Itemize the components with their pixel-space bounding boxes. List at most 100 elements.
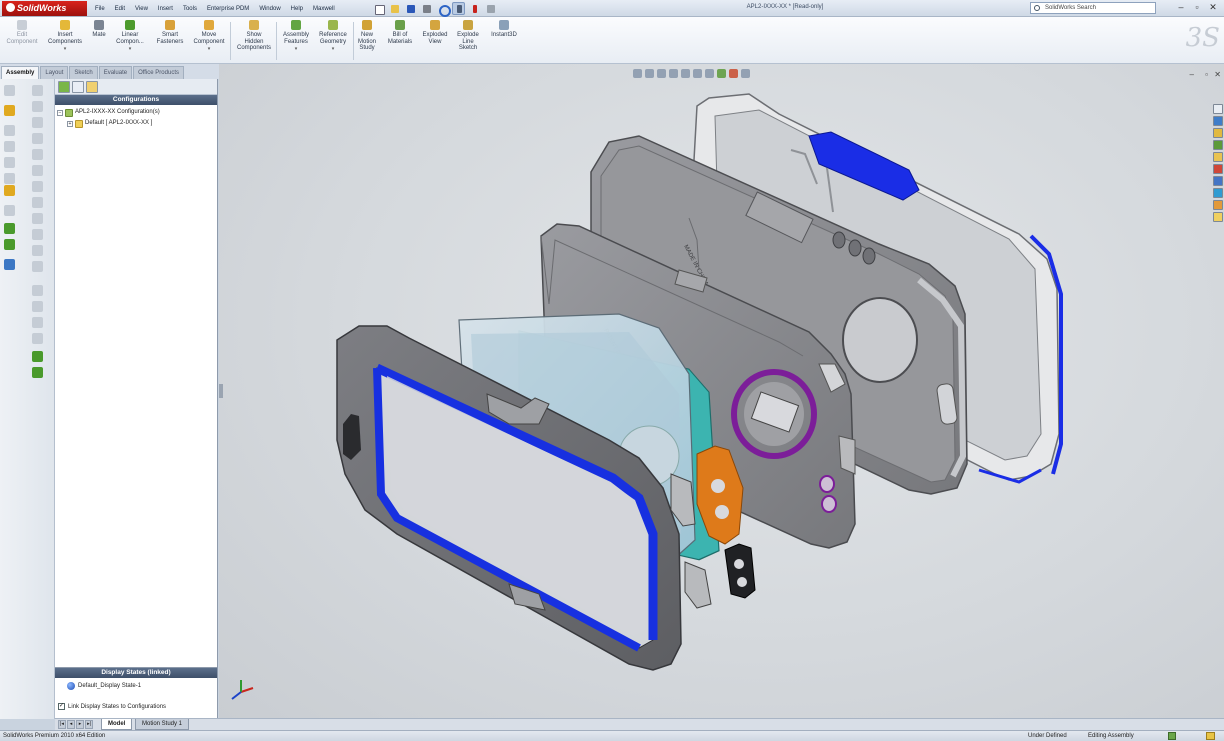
toolbar-tool-icon[interactable] [32,245,43,256]
tree-item-default[interactable]: + Default [ APL2-IXXX-XX ] [57,118,215,129]
black-camera-ring[interactable] [724,543,756,599]
mate-button[interactable]: Mate [88,20,110,64]
toolbar-tool-icon[interactable] [32,181,43,192]
rebuild-status-icon[interactable] [1168,732,1176,740]
graphics-area[interactable]: – ▫ ✕ MADE IN CHINA [219,64,1224,718]
dropdown-arrow-icon[interactable]: ▾ [314,46,352,53]
tab-layout[interactable]: Layout [40,66,69,79]
rebuild-traffic-light-icon[interactable] [468,2,481,15]
menu-insert[interactable]: Insert [153,3,178,15]
menu-view[interactable]: View [130,3,153,15]
reference-geometry-button[interactable]: Reference Geometry ▾ [314,20,352,64]
search-input[interactable]: SolidWorks Search [1030,2,1156,14]
tab-assembly[interactable]: Assembly [1,66,40,79]
menu-edit[interactable]: Edit [110,3,130,15]
dropdown-arrow-icon[interactable]: ▾ [190,46,228,53]
toolbar-tool-icon[interactable] [32,149,43,160]
menu-maxwell[interactable]: Maxwell [308,3,340,15]
reference-tool-icon[interactable] [32,351,43,362]
options-icon[interactable] [484,2,497,15]
sketch-tool-icon[interactable] [4,105,15,116]
toolbar-tool-icon[interactable] [4,173,15,184]
select-pointer-icon[interactable] [452,2,465,15]
tab-office-products[interactable]: Office Products [133,66,184,79]
toolbar-tool-icon[interactable] [32,197,43,208]
menu-window[interactable]: Window [254,3,285,15]
exploded-phone-case-model[interactable]: MADE IN CHINA PATENT PENDING [219,64,1224,718]
smart-fasteners-button[interactable]: Smart Fasteners [152,20,188,64]
last-tab-icon[interactable]: ▸| [85,720,93,729]
tab-model[interactable]: Model [101,719,133,730]
move-component-button[interactable]: Move Component ▾ [190,20,228,64]
panel-resize-handle[interactable] [219,384,223,398]
component-tool-icon[interactable] [4,185,15,196]
tab-motion-study-1[interactable]: Motion Study 1 [135,719,190,730]
instant3d-button[interactable]: Instant3D [486,20,522,64]
toolbar-tool-icon[interactable] [32,165,43,176]
edit-component-button[interactable]: Edit Component [4,20,40,64]
feature-manager-tab-icon[interactable] [58,81,70,93]
curve-tool-icon[interactable] [4,239,15,250]
cmd-label: New Motion Study [357,32,376,51]
help-tooltip-icon[interactable] [1206,732,1215,740]
curve-tool-icon[interactable] [32,367,43,378]
reference-tool-icon[interactable] [4,223,15,234]
tab-sketch[interactable]: Sketch [69,66,98,79]
toolbar-tool-icon[interactable] [32,133,43,144]
grid-tool-icon[interactable] [4,205,15,216]
next-tab-icon[interactable]: ▸ [76,720,84,729]
link-display-states-option[interactable]: ✓ Link Display States to Configurations [58,703,166,710]
expand-icon[interactable]: + [67,120,73,127]
toolbar-tool-icon[interactable] [4,157,15,168]
tab-navigation: |◂ ◂ ▸ ▸| [58,720,93,729]
dropdown-arrow-icon[interactable]: ▾ [44,46,86,53]
toolbar-tool-icon[interactable] [32,317,43,328]
menu-help[interactable]: Help [286,3,308,15]
open-folder-icon[interactable] [388,2,401,15]
tree-root[interactable]: − APL2-IXXX-XX Configuration(s) [57,107,215,118]
minimize-button[interactable]: – [1174,1,1188,15]
exploded-view-button[interactable]: Exploded View [418,20,452,64]
explode-line-sketch-button[interactable]: Explode Line Sketch [452,20,484,64]
solidworks-logo[interactable]: SolidWorks [2,1,87,16]
toolbar-tool-icon[interactable] [4,141,15,152]
bill-of-materials-button[interactable]: Bill of Materials [384,20,416,64]
menu-enterprise-pdm[interactable]: Enterprise PDM [202,3,254,15]
menu-tools[interactable]: Tools [178,3,202,15]
toolbar-tool-icon[interactable] [32,301,43,312]
linear-component-pattern-button[interactable]: Linear Compon... ▾ [112,20,148,64]
property-manager-tab-icon[interactable] [72,81,84,93]
prev-tab-icon[interactable]: ◂ [67,720,75,729]
tab-evaluate[interactable]: Evaluate [98,66,133,79]
toolbar-tool-icon[interactable] [32,213,43,224]
insert-components-button[interactable]: Insert Components ▾ [44,20,86,64]
toolbar-tool-icon[interactable] [4,125,15,136]
dropdown-arrow-icon[interactable]: ▾ [278,46,314,53]
toolbar-tool-icon[interactable] [32,285,43,296]
toolbar-tool-icon[interactable] [32,261,43,272]
new-document-icon[interactable] [372,2,385,15]
menu-file[interactable]: File [90,3,110,15]
display-state-item[interactable]: Default_Display State-1 [67,682,141,690]
link-display-states-checkbox[interactable]: ✓ [58,703,65,710]
save-disk-icon[interactable] [404,2,417,15]
print-icon[interactable] [420,2,433,15]
configuration-manager-tab-icon[interactable] [86,81,98,93]
smart-fasteners-icon [165,20,175,30]
show-hidden-components-button[interactable]: Show Hidden Components [234,20,274,64]
mate-tool-icon[interactable] [4,259,15,270]
toolbar-tool-icon[interactable] [32,101,43,112]
undo-icon[interactable] [436,2,451,17]
toolbar-tool-icon[interactable] [32,85,43,96]
close-button[interactable]: ✕ [1206,1,1220,15]
new-motion-study-button[interactable]: New Motion Study [354,20,380,64]
toolbar-tool-icon[interactable] [32,117,43,128]
first-tab-icon[interactable]: |◂ [58,720,66,729]
toolbar-tool-icon[interactable] [32,333,43,344]
restore-button[interactable]: ▫ [1190,1,1204,15]
assembly-features-button[interactable]: Assembly Features ▾ [278,20,314,64]
toolbar-tool-icon[interactable] [32,229,43,240]
toolbar-tool-icon[interactable] [4,85,15,96]
collapse-icon[interactable]: − [57,109,63,116]
dropdown-arrow-icon[interactable]: ▾ [112,46,148,53]
